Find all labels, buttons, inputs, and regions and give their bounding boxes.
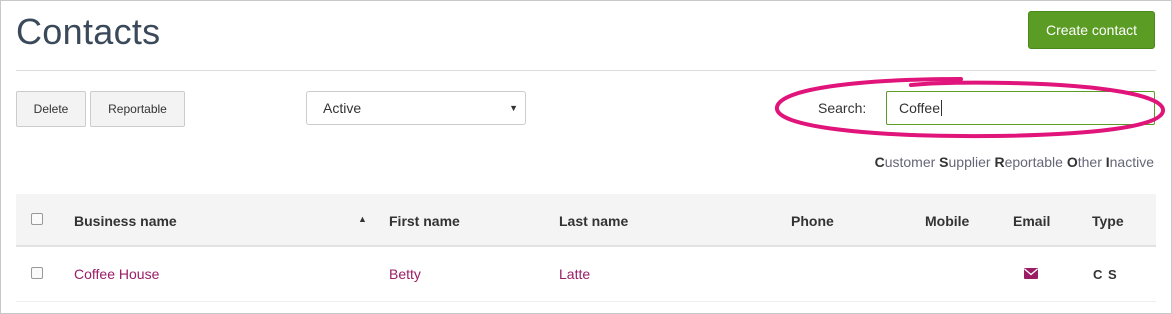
filter-other[interactable]: Other <box>1067 154 1102 170</box>
contact-type-filters: Customer Supplier Reportable Other Inact… <box>875 154 1154 170</box>
page-title: Contacts <box>16 11 161 52</box>
cell-first-name[interactable]: Betty <box>389 266 421 282</box>
text-cursor <box>941 100 942 116</box>
filter-supplier[interactable]: Supplier <box>939 154 990 170</box>
header-mobile[interactable]: Mobile <box>925 213 969 229</box>
cell-type: C S <box>1093 267 1118 282</box>
status-select-value: Active <box>323 100 362 116</box>
header-divider <box>16 70 1156 71</box>
row-checkbox[interactable] <box>31 267 43 279</box>
filter-customer[interactable]: Customer <box>875 154 936 170</box>
select-all-checkbox[interactable] <box>31 213 43 225</box>
contacts-page: Contacts Create contact Delete Reportabl… <box>0 0 1172 314</box>
row-divider <box>16 301 1156 302</box>
header-business-name[interactable]: Business name <box>74 213 177 229</box>
header-first-name[interactable]: First name <box>389 213 460 229</box>
chevron-down-icon: ▼ <box>509 103 518 113</box>
filter-inactive[interactable]: Inactive <box>1106 154 1154 170</box>
header-type[interactable]: Type <box>1092 213 1124 229</box>
cell-business-name[interactable]: Coffee House <box>74 266 159 282</box>
sort-ascending-icon: ▲ <box>358 214 367 224</box>
search-input[interactable]: Coffee <box>886 91 1155 125</box>
envelope-icon[interactable] <box>1024 268 1038 279</box>
header-last-name[interactable]: Last name <box>559 213 628 229</box>
cell-last-name[interactable]: Latte <box>559 266 590 282</box>
delete-button[interactable]: Delete <box>16 91 86 127</box>
filter-reportable[interactable]: Reportable <box>994 154 1063 170</box>
header-email[interactable]: Email <box>1013 213 1050 229</box>
reportable-button[interactable]: Reportable <box>90 91 185 127</box>
status-select[interactable]: Active ▼ <box>306 91 526 125</box>
create-contact-button[interactable]: Create contact <box>1028 11 1155 49</box>
search-input-value: Coffee <box>899 100 940 116</box>
search-label: Search: <box>818 100 867 116</box>
header-phone[interactable]: Phone <box>791 213 834 229</box>
